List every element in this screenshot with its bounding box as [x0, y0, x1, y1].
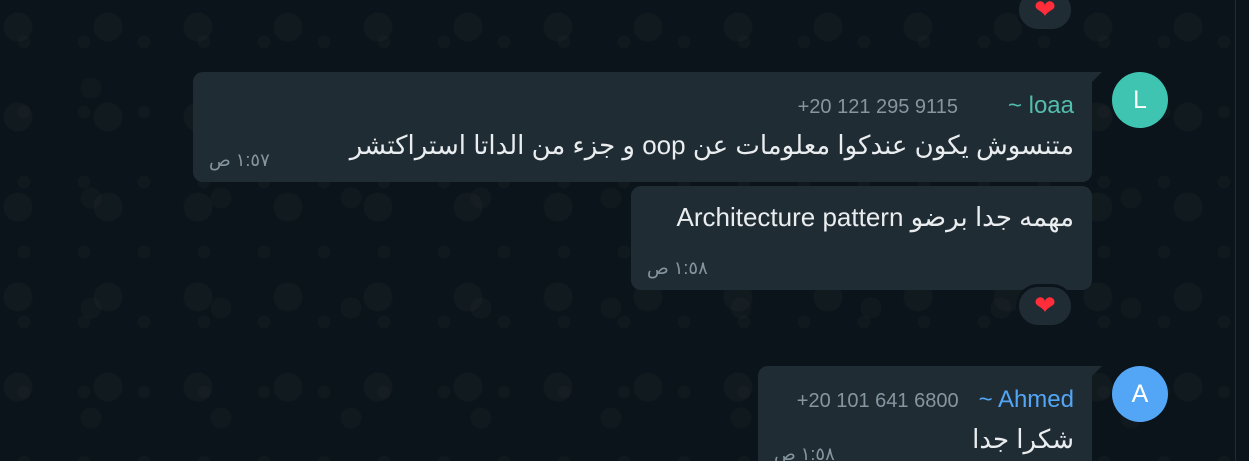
sender-phone[interactable]: +20 101 641 6800: [797, 390, 959, 413]
message-bubble[interactable]: +20 101 641 6800 ~ Ahmed شكرا جدا ١:٥٨ ص: [758, 366, 1102, 461]
message-time: ١:٥٨ ص: [647, 258, 708, 278]
avatar-letter: A: [1131, 379, 1149, 408]
reaction-badge[interactable]: ❤: [1016, 0, 1074, 32]
heart-icon: ❤: [1034, 291, 1056, 321]
sender-name[interactable]: ~ Ahmed: [979, 386, 1074, 414]
message-text: شكرا جدا: [972, 424, 1074, 454]
avatar[interactable]: A: [1112, 366, 1168, 422]
sender-phone[interactable]: +20 121 295 9115: [798, 96, 958, 119]
avatar-letter: L: [1133, 85, 1147, 114]
message-time: ١:٥٧ ص: [209, 150, 270, 170]
avatar[interactable]: L: [1112, 72, 1168, 128]
sender-row: +20 101 641 6800 ~ Ahmed: [797, 386, 1074, 414]
heart-icon: ❤: [1034, 0, 1056, 25]
message-bubble[interactable]: +20 121 295 9115 ~ loaa متنسوش يكون عندك…: [193, 72, 1102, 182]
sender-name[interactable]: ~ loaa: [1008, 92, 1074, 120]
message-text: متنسوش يكون عندكوا معلومات عن oop و جزء …: [349, 130, 1074, 160]
scrollbar[interactable]: [1235, 0, 1249, 461]
reaction-badge[interactable]: ❤: [1016, 284, 1074, 328]
sender-row: +20 121 295 9115 ~ loaa: [798, 92, 1074, 120]
bubble-tail: [1090, 366, 1102, 378]
message-bubble[interactable]: مهمه جدا برضو Architecture pattern ١:٥٨ …: [631, 186, 1092, 290]
bubble-tail: [1090, 72, 1102, 84]
message-text: مهمه جدا برضو Architecture pattern: [676, 202, 1074, 232]
message-time: ١:٥٨ ص: [774, 444, 835, 461]
chat-panel[interactable]: ❤ L +20 121 295 9115 ~ loaa متنسوش يكون …: [0, 0, 1249, 461]
scrollbar-thumb[interactable]: [1240, 0, 1246, 461]
